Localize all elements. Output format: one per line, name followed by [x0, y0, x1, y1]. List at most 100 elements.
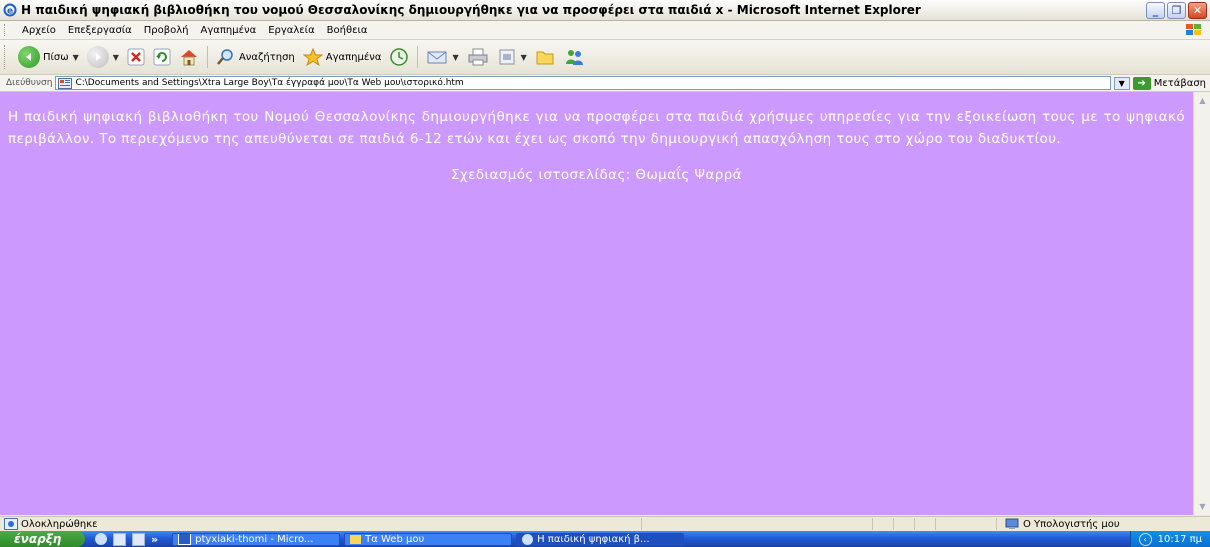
forward-button[interactable]: ▼ [83, 46, 123, 68]
zone-label: Ο Υπολογιστής μου [1023, 518, 1120, 530]
history-icon [390, 48, 409, 66]
address-input[interactable]: C:\Documents and Settings\Xtra Large Boy… [55, 76, 1111, 90]
folder-icon [536, 51, 554, 65]
print-button[interactable] [463, 48, 493, 66]
address-bar: Διεύθυνση C:\Documents and Settings\Xtra… [0, 75, 1210, 92]
task-label: Η παιδική ψηφιακή β... [537, 533, 650, 545]
tray-expand-icon[interactable]: ‹ [1138, 532, 1152, 546]
task-button-ie[interactable]: Η παιδική ψηφιακή β... [516, 532, 685, 546]
edit-button[interactable]: ▼ [493, 48, 531, 66]
maximize-button[interactable]: ❐ [1167, 1, 1186, 19]
task-label: Τα Web μου [365, 533, 425, 545]
intro-paragraph: Η παιδική ψηφιακή βιβλιοθήκη του Νομού Θ… [8, 109, 1185, 147]
home-icon [180, 50, 197, 66]
search-button[interactable]: Αναζήτηση [212, 48, 299, 66]
folder-icon [350, 534, 362, 544]
quicklaunch-more-icon[interactable]: » [151, 533, 158, 546]
computer-icon [1005, 518, 1019, 529]
taskbar: έναρξη » ptyxiaki-thomi - Micro... Τα We… [0, 531, 1210, 547]
status-cell [935, 518, 996, 530]
discuss-button[interactable] [531, 48, 559, 66]
go-button[interactable]: ➔ Μετάβαση [1132, 76, 1206, 90]
forward-arrow-icon [86, 46, 109, 68]
status-cell [641, 518, 872, 530]
status-cell [893, 518, 914, 530]
toolbar-separator [206, 46, 208, 68]
go-arrow-icon: ➔ [1132, 76, 1151, 90]
system-tray: ‹ 10:17 πμ [1129, 531, 1210, 547]
quick-launch: » [95, 532, 158, 546]
history-button[interactable] [385, 47, 413, 67]
stop-icon [127, 48, 145, 66]
close-button[interactable]: ✕ [1188, 1, 1207, 19]
menu-file[interactable]: Αρχείο [16, 25, 62, 36]
edit-page-icon [499, 49, 515, 65]
toolbar-separator [417, 46, 419, 68]
ie-quicklaunch-icon[interactable] [95, 533, 107, 545]
forward-dropdown-icon[interactable]: ▼ [113, 53, 119, 62]
edit-dropdown-icon[interactable]: ▼ [521, 53, 527, 62]
favorites-button[interactable]: Αγαπημένα [299, 48, 386, 66]
favorites-label: Αγαπημένα [325, 51, 382, 63]
refresh-button[interactable] [149, 48, 175, 66]
messenger-button[interactable] [559, 48, 589, 66]
design-credit: Σχεδιασμός ιστοσελίδας: Θωμαΐς Ψαρρά [451, 167, 742, 183]
clock[interactable]: 10:17 πμ [1158, 534, 1202, 545]
messenger-icon [565, 50, 583, 65]
mail-icon [427, 51, 447, 64]
printer-icon [468, 48, 488, 66]
back-dropdown-icon[interactable]: ▼ [73, 53, 79, 62]
star-icon [302, 48, 323, 66]
go-label: Μετάβαση [1153, 77, 1206, 89]
status-text: Ολοκληρώθηκε [21, 518, 98, 530]
status-zone: Ο Υπολογιστής μου [996, 518, 1210, 530]
back-button[interactable]: Πίσω ▼ [14, 46, 83, 68]
task-button-word[interactable]: ptyxiaki-thomi - Micro... [172, 532, 341, 546]
status-cell [914, 518, 935, 530]
stop-button[interactable] [123, 48, 149, 66]
status-bar: Ολοκληρώθηκε Ο Υπολογιστής μου [0, 516, 1210, 531]
task-label: ptyxiaki-thomi - Micro... [195, 533, 314, 545]
scroll-down-icon[interactable]: ▼ [1195, 499, 1210, 514]
menu-tools[interactable]: Εργαλεία [262, 25, 320, 36]
page-icon [58, 77, 73, 89]
task-button-folder[interactable]: Τα Web μου [344, 532, 513, 546]
ie-icon: e [3, 3, 17, 17]
vertical-scrollbar[interactable]: ▲ ▼ [1193, 92, 1210, 515]
start-button[interactable]: έναρξη [0, 531, 85, 547]
back-arrow-icon [18, 46, 40, 68]
search-label: Αναζήτηση [238, 51, 295, 63]
scroll-up-icon[interactable]: ▲ [1195, 93, 1210, 108]
mail-dropdown-icon[interactable]: ▼ [452, 53, 458, 62]
back-label: Πίσω [43, 51, 69, 63]
address-label: Διεύθυνση [6, 78, 53, 88]
start-label: έναρξη [14, 532, 62, 546]
menu-view[interactable]: Προβολή [138, 25, 195, 36]
menu-grip[interactable] [4, 24, 8, 36]
home-button[interactable] [175, 48, 203, 66]
desktop-quicklaunch-icon[interactable] [113, 532, 126, 546]
chevron-down-icon: ▼ [1118, 78, 1125, 88]
svg-text:e: e [7, 7, 13, 17]
window-title: Η παιδική ψηφιακή βιβλιοθήκη του νομού Θ… [21, 3, 921, 17]
search-icon [216, 49, 233, 65]
menu-help[interactable]: Βοήθεια [321, 25, 374, 36]
minimize-button[interactable]: _ [1146, 1, 1165, 19]
ie-icon [522, 533, 534, 545]
title-bar[interactable]: e Η παιδική ψηφιακή βιβλιοθήκη του νομού… [0, 0, 1210, 21]
address-dropdown-button[interactable]: ▼ [1113, 76, 1130, 90]
word-icon [178, 533, 192, 545]
standard-toolbar: Πίσω ▼ ▼ Αναζήτηση Αγαπημένα ▼ ▼ [0, 40, 1210, 75]
menu-favorites[interactable]: Αγαπημένα [195, 25, 263, 36]
mail-button[interactable]: ▼ [422, 48, 462, 66]
windows-logo-icon [1186, 24, 1201, 35]
menu-edit[interactable]: Επεξεργασία [62, 25, 138, 36]
menu-bar: Αρχείο Επεξεργασία Προβολή Αγαπημένα Εργ… [0, 21, 1210, 40]
status-cell [872, 518, 893, 530]
page-content: Η παιδική ψηφιακή βιβλιοθήκη του Νομού Θ… [0, 92, 1193, 515]
refresh-icon [153, 48, 171, 66]
address-value: C:\Documents and Settings\Xtra Large Boy… [75, 78, 464, 88]
media-quicklaunch-icon[interactable] [132, 532, 145, 546]
page-done-icon [4, 518, 18, 530]
toolbar-grip[interactable] [4, 45, 8, 69]
